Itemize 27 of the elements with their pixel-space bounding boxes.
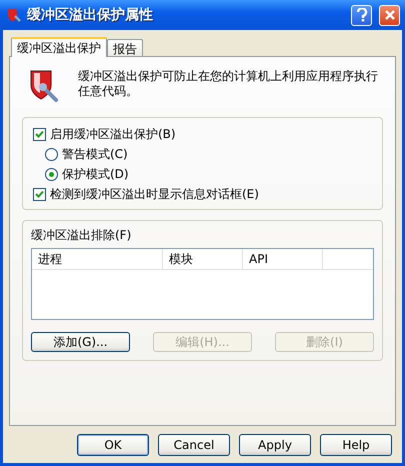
exclusion-list[interactable]: 进程 模块 API <box>31 248 374 320</box>
list-button[interactable]: 添加(G)... <box>31 332 130 352</box>
dialog-button[interactable]: OK <box>77 434 149 456</box>
radio-button[interactable] <box>45 168 58 181</box>
checkbox[interactable] <box>33 188 46 201</box>
option-label: 启用缓冲区溢出保护(B) <box>50 126 176 143</box>
close-button[interactable] <box>379 4 400 26</box>
option-label: 检测到缓冲区溢出时显示信息对话框(E) <box>50 186 259 203</box>
option-label: 保护模式(D) <box>62 166 129 183</box>
help-button[interactable] <box>351 4 372 26</box>
dialog-button[interactable]: Help <box>320 434 392 456</box>
description-text: 缓冲区溢出保护可防止在您的计算机上利用应用程序执行任意代码。 <box>78 68 379 100</box>
close-icon <box>384 9 396 21</box>
column-header[interactable]: 模块 <box>163 249 243 269</box>
radio-button[interactable] <box>45 148 58 161</box>
window-title: 缓冲区溢出保护属性 <box>27 6 154 24</box>
checkbox[interactable] <box>33 128 46 141</box>
help-icon <box>356 8 368 22</box>
dialog-button[interactable]: Apply <box>239 434 311 456</box>
shield-wrench-icon <box>6 7 22 23</box>
option-label: 警告模式(C) <box>62 146 128 163</box>
group-label: 缓冲区溢出排除(F) <box>31 227 132 244</box>
column-header[interactable]: API <box>243 249 323 269</box>
column-header[interactable]: 进程 <box>32 249 163 269</box>
tab[interactable]: 缓冲区溢出保护 <box>11 37 107 57</box>
tab[interactable]: 报告 <box>107 39 143 56</box>
dialog-button[interactable]: Cancel <box>158 434 230 456</box>
